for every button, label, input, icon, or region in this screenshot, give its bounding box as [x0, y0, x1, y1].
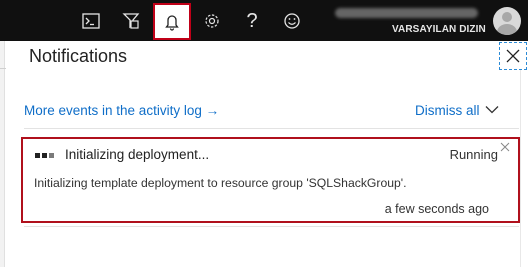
- activity-log-link[interactable]: More events in the activity log →: [24, 103, 219, 118]
- divider: [24, 128, 519, 129]
- top-bar: ? VARSAYILAN DIZIN: [0, 0, 528, 41]
- notification-status: Running: [449, 147, 498, 162]
- close-icon[interactable]: [500, 142, 510, 152]
- chevron-down-icon[interactable]: [485, 105, 499, 115]
- panel-title: Notifications: [29, 46, 128, 66]
- help-glyph: ?: [246, 10, 258, 32]
- user-name-redacted: [335, 8, 478, 18]
- panel-scroll-edge: [520, 70, 521, 267]
- help-icon[interactable]: ?: [234, 5, 270, 37]
- dismiss-all-button[interactable]: Dismiss all: [415, 103, 480, 118]
- user-directory[interactable]: VARSAYILAN DIZIN: [392, 24, 486, 35]
- left-edge: [0, 41, 5, 267]
- avatar[interactable]: [493, 7, 521, 35]
- progress-dots-icon: [35, 153, 54, 158]
- close-panel-button[interactable]: [499, 42, 527, 70]
- gear-icon[interactable]: [194, 5, 230, 37]
- bell-icon[interactable]: [153, 3, 191, 40]
- notification-title: Initializing deployment...: [65, 147, 210, 162]
- left-divider: [0, 68, 6, 69]
- smiley-icon[interactable]: [274, 5, 310, 37]
- cloud-shell-icon[interactable]: [73, 5, 109, 37]
- close-icon: [506, 49, 520, 63]
- notification-card[interactable]: Initializing deployment... Running Initi…: [21, 137, 520, 223]
- divider: [24, 226, 519, 227]
- notification-time: a few seconds ago: [384, 202, 489, 216]
- directory-filter-icon[interactable]: [113, 5, 149, 37]
- notification-description: Initializing template deployment to reso…: [34, 176, 407, 190]
